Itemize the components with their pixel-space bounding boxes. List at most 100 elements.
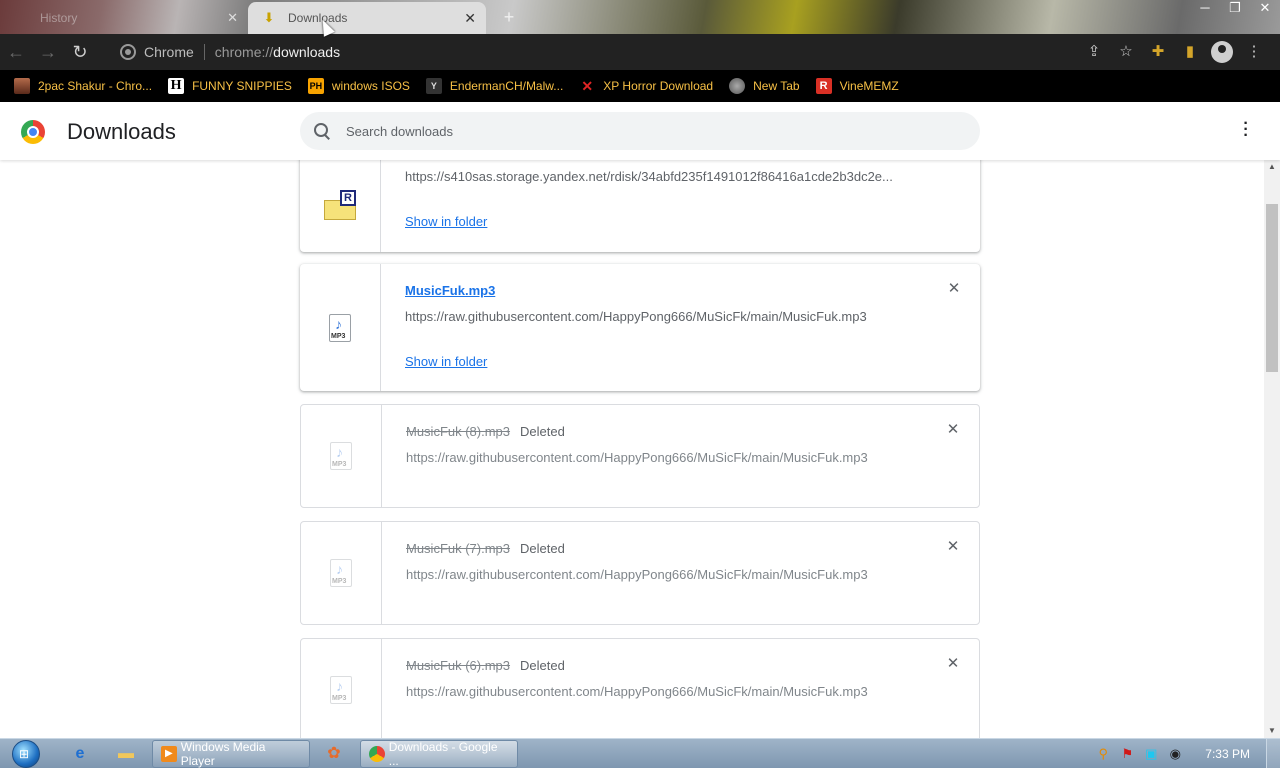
close-icon[interactable]: ✕	[227, 10, 238, 26]
back-button[interactable]: ←	[0, 36, 32, 68]
download-url[interactable]: https://raw.githubusercontent.com/HappyP…	[406, 450, 926, 465]
toolbar-actions: ⇪ ☆ ✚ ▮ ⋮	[1078, 36, 1270, 68]
mp3-file-icon: ♪ MP3	[330, 559, 352, 587]
download-item: ♪ MP3 MusicFuk (7).mp3 Deleted https://ra…	[300, 521, 980, 625]
monitor-tray-icon[interactable]: ▣	[1139, 739, 1163, 768]
remove-download-icon[interactable]: ✕	[945, 539, 961, 555]
menu-kebab-icon[interactable]: ⋮	[1238, 36, 1270, 68]
windows-logo-icon: ⊞	[19, 747, 30, 761]
bookmark-label: VineMEMZ	[839, 79, 899, 93]
file-icon-column: ♪ MP3	[301, 522, 382, 624]
reload-button[interactable]: ↻	[64, 36, 96, 68]
file-explorer-icon[interactable]: ▬	[106, 741, 146, 767]
download-url[interactable]: https://raw.githubusercontent.com/HappyP…	[405, 309, 925, 324]
paint-icon[interactable]: ✿	[314, 741, 354, 767]
remove-download-icon[interactable]: ✕	[945, 656, 961, 672]
file-icon-column: ♪ MP3	[301, 405, 382, 507]
archive-badge: R	[340, 190, 356, 206]
bookmark-item[interactable]: R VineMEMZ	[815, 78, 899, 94]
flag-tray-icon[interactable]: ⚑	[1115, 739, 1139, 768]
address-bar[interactable]: Chrome chrome:// downloads	[110, 36, 1110, 68]
download-item: ♪ MP3 MusicFuk.mp3 https://raw.githubuser…	[300, 264, 980, 391]
page-scrollbar[interactable]: ▲ ▼	[1264, 160, 1280, 738]
scroll-up-icon[interactable]: ▲	[1264, 160, 1280, 174]
downloads-header: Downloads ···	[0, 102, 1280, 160]
remove-download-icon[interactable]: ✕	[946, 281, 962, 297]
download-url[interactable]: https://s410sas.storage.yandex.net/rdisk…	[405, 169, 925, 184]
forward-button[interactable]: →	[32, 36, 64, 68]
scroll-thumb[interactable]	[1266, 204, 1278, 372]
bookmark-item[interactable]: New Tab	[729, 78, 800, 94]
search-icon	[314, 123, 330, 139]
search-input[interactable]	[346, 123, 946, 139]
tab-strip: History ✕ ⬇ Downloads ✕ + ─ ❐ ✕	[0, 0, 1280, 34]
x-icon: ✕	[581, 78, 594, 94]
taskbar-button-label: Downloads - Google ...	[388, 740, 498, 768]
extensions-icon[interactable]: ✚	[1142, 36, 1174, 68]
y-icon: Y	[425, 78, 442, 94]
close-icon[interactable]: ✕	[464, 10, 476, 27]
side-panel-icon[interactable]: ▮	[1174, 36, 1206, 68]
mp3-file-icon: ♪ MP3	[329, 313, 351, 342]
bookmark-star-icon[interactable]: ☆	[1110, 36, 1142, 68]
file-name: MusicFuk (8).mp3	[406, 424, 511, 439]
name-row: MusicFuk.mp3	[405, 283, 495, 298]
remove-download-icon[interactable]: ✕	[945, 422, 961, 438]
name-row: MusicFuk (7).mp3 Deleted	[406, 541, 565, 556]
windows-taskbar: ⊞ e ▬ ▶ Windows Media Player ✿ Downloads…	[0, 738, 1280, 768]
clock[interactable]: 7:33 PM	[1205, 747, 1250, 761]
share-icon[interactable]: ⇪	[1078, 36, 1110, 68]
bookmark-item[interactable]: Y EndermanCH/Malw...	[425, 78, 563, 94]
profile-avatar-icon[interactable]	[1211, 41, 1233, 63]
scroll-down-icon[interactable]: ▼	[1264, 724, 1280, 738]
bookmark-item[interactable]: PH windows ISOS	[307, 78, 410, 94]
volume-tray-icon[interactable]: ◉	[1163, 739, 1187, 768]
file-name: MusicFuk (7).mp3	[406, 541, 511, 556]
status-label: Deleted	[520, 541, 565, 556]
globe-icon	[729, 78, 746, 94]
start-button[interactable]: ⊞	[10, 739, 44, 768]
taskbar-windows-media-player[interactable]: ▶ Windows Media Player	[152, 740, 310, 768]
url-host: downloads	[273, 44, 341, 60]
bookmark-item[interactable]: ✕ XP Horror Download	[579, 78, 713, 94]
taskbar-chrome-downloads[interactable]: Downloads - Google ...	[360, 740, 518, 768]
status-label: Deleted	[520, 658, 565, 673]
download-url[interactable]: https://raw.githubusercontent.com/HappyP…	[406, 567, 926, 582]
more-options-icon[interactable]: · · ·	[1238, 116, 1254, 144]
window-close-button[interactable]: ✕	[1250, 0, 1280, 18]
page-title: Downloads	[67, 119, 176, 144]
download-item: ♪ MP3 MusicFuk (6).mp3 Deleted https://ra…	[300, 638, 980, 738]
mp3-file-icon: ♪ MP3	[330, 676, 352, 704]
bookmark-label: FUNNY SNIPPIES	[192, 79, 292, 93]
show-desktop-button[interactable]	[1266, 739, 1280, 768]
file-name-link[interactable]: MusicFuk.mp3	[405, 283, 495, 298]
download-url[interactable]: https://raw.githubusercontent.com/HappyP…	[406, 684, 926, 699]
search-tray-icon[interactable]: ⚲	[1091, 739, 1115, 768]
downloads-list: R https://s410sas.storage.yandex.net/rdi…	[0, 160, 1264, 738]
bookmark-item[interactable]: 2pac Shakur - Chro...	[14, 78, 152, 94]
bookmark-label: windows ISOS	[331, 79, 410, 93]
name-row: MusicFuk (6).mp3 Deleted	[406, 658, 565, 673]
minimize-button[interactable]: ─	[1190, 0, 1220, 18]
window-controls: ─ ❐ ✕	[1190, 0, 1280, 18]
bookmark-item[interactable]: H FUNNY SNIPPIES	[168, 78, 292, 94]
tab-history[interactable]: History ✕	[8, 2, 248, 34]
show-in-folder-link[interactable]: Show in folder	[405, 354, 487, 369]
image-icon	[14, 78, 30, 94]
show-in-folder-link[interactable]: Show in folder	[405, 214, 487, 229]
file-icon-column: ♪ MP3	[300, 264, 381, 391]
search-bar[interactable]	[300, 112, 980, 150]
ph-icon: PH	[307, 78, 324, 94]
download-item: R https://s410sas.storage.yandex.net/rdi…	[300, 160, 980, 252]
url-scheme: chrome://	[214, 44, 274, 60]
file-icon-column: R	[300, 160, 381, 252]
download-icon: ⬇	[263, 10, 275, 25]
browser-toolbar: ← → ↻ Chrome chrome:// downloads ⇪ ☆ ✚ ▮…	[0, 34, 1280, 70]
restore-button[interactable]: ❐	[1220, 0, 1250, 18]
internet-explorer-icon[interactable]: e	[60, 741, 100, 767]
system-tray: ⚲ ⚑ ▣ ◉ 7:33 PM	[1091, 739, 1280, 768]
new-tab-button[interactable]: +	[498, 6, 520, 28]
rar-archive-icon: R	[324, 190, 356, 220]
tab-downloads[interactable]: ⬇ Downloads ✕	[248, 2, 486, 34]
bookmark-label: XP Horror Download	[603, 79, 714, 93]
